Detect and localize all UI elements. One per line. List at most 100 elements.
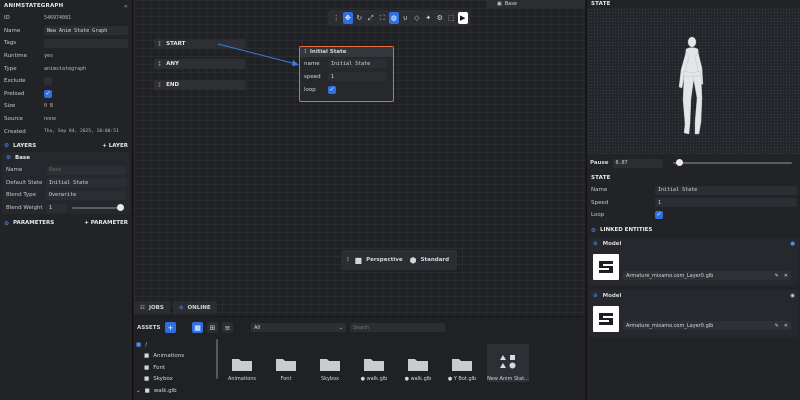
asset-tile[interactable]: Skybox	[311, 344, 349, 382]
edit-icon[interactable]: ✎	[775, 323, 779, 329]
toggle-icon[interactable]: ◉	[790, 293, 795, 299]
asset-filter-select[interactable]: All ⌄	[251, 323, 346, 332]
tree-item[interactable]: ■ Animations	[134, 351, 214, 363]
blend-weight-slider[interactable]	[72, 204, 124, 212]
prop-label: Size	[4, 103, 16, 110]
preload-checkbox[interactable]: ✓	[44, 89, 52, 98]
state-loop-checkbox[interactable]: ✓	[655, 211, 663, 220]
linked-entities-header: ⊙ LINKED ENTITIES	[587, 224, 800, 236]
asset-tile[interactable]: ● Y Bot.glb	[443, 344, 481, 382]
add-parameter-button[interactable]: + PARAMETER	[84, 220, 128, 226]
toggle-icon[interactable]: ●	[790, 241, 795, 247]
asset-tile[interactable]: Animations	[223, 344, 261, 382]
render-mode-select[interactable]: Standard	[421, 257, 450, 263]
default-state-select[interactable]: Initial State	[46, 178, 126, 188]
time-input[interactable]: 0.07	[612, 158, 663, 168]
asset-label: ● walk.glb	[404, 376, 432, 382]
prop-label: Preload	[4, 90, 25, 97]
tree-label: Skybox	[153, 376, 173, 383]
folder-icon	[452, 359, 472, 371]
tree-item[interactable]: ⌄ ■ walk.glb	[134, 385, 214, 397]
prop-type: Type animstategraph	[0, 62, 132, 75]
model-preview-viewport[interactable]	[587, 8, 800, 154]
state-node-speed-input[interactable]: 1	[328, 72, 386, 81]
asset-search-input[interactable]	[350, 323, 445, 332]
state-node-speed-label: speed	[304, 73, 321, 80]
collapse-icon[interactable]: «	[124, 3, 128, 10]
drag-handle-icon[interactable]: ⋮	[345, 257, 351, 263]
model-card-title: Model	[602, 240, 622, 247]
tree-item[interactable]: ■ Skybox	[134, 374, 214, 386]
prop-label: Runtime	[4, 53, 27, 60]
model-asset-field[interactable]: Armature_mixamo.com_Layer0.glb ✎ ✕	[623, 271, 791, 280]
row-label: Blend Type	[6, 192, 37, 199]
inspector-title: ANIMSTATEGRAPH	[4, 3, 64, 9]
model-asset-field[interactable]: Armature_mixamo.com_Layer0.glb ✎ ✕	[623, 321, 791, 330]
add-layer-button[interactable]: + LAYER	[102, 143, 128, 149]
remove-icon[interactable]: ✕	[784, 273, 788, 279]
inspector-panel: ANIMSTATEGRAPH « ID 546974081 Name New A…	[0, 0, 133, 400]
layer-name-input[interactable]: Base	[46, 165, 126, 175]
playback-row: Pause 0.07	[587, 157, 800, 169]
state-node-title: Initial State	[309, 49, 347, 55]
prop-label: Name	[4, 27, 21, 34]
assets-toolbar: ASSETS + ▦ ⊞ ≡ All ⌄	[134, 317, 585, 338]
node-initial-state[interactable]: ⁑ Initial State name Initial State speed…	[299, 46, 394, 102]
chevron-down-icon: ⌄	[338, 324, 343, 331]
model-icon: ⊙	[593, 292, 598, 299]
layer-name: Base	[15, 154, 30, 161]
row-label: Name	[591, 187, 608, 194]
folder-icon	[364, 359, 384, 371]
pause-button[interactable]: Pause	[590, 160, 609, 166]
camera-select[interactable]: Perspective	[366, 257, 403, 263]
tree-item[interactable]: ■ Font	[134, 362, 214, 374]
inspector-header: ANIMSTATEGRAPH «	[0, 0, 132, 12]
blend-type-select[interactable]: Overwrite	[46, 190, 126, 200]
edit-icon[interactable]: ✎	[775, 273, 779, 279]
list-view-icon[interactable]: ≡	[222, 322, 233, 333]
model-file-icon	[599, 313, 613, 325]
tab-online[interactable]: ⊙ ONLINE	[172, 301, 217, 314]
state-name-input[interactable]: Initial State	[655, 185, 797, 195]
assets-title: ASSETS	[137, 324, 161, 331]
start-transition-arrow[interactable]	[217, 43, 297, 65]
state-node-name-input[interactable]: Initial State	[328, 59, 386, 68]
tab-jobs[interactable]: ☷ JOBS	[134, 301, 170, 314]
layer-header[interactable]: ⊙ Base	[2, 152, 130, 164]
prop-label: Exclude	[4, 78, 26, 85]
exclude-checkbox[interactable]	[44, 77, 52, 86]
asset-tile[interactable]: Font	[267, 344, 305, 382]
model-card-header[interactable]: ⊙ Model ◉	[589, 290, 799, 301]
blend-weight-input[interactable]: 1	[46, 203, 66, 213]
add-asset-button[interactable]: +	[165, 322, 176, 333]
asset-tile[interactable]: ● walk.glb	[399, 344, 437, 382]
grid-large-view-icon[interactable]: ▦	[192, 322, 203, 333]
asset-tile[interactable]: ● walk.glb	[355, 344, 393, 382]
asset-tile-selected[interactable]: New Anim Stat...	[487, 344, 529, 382]
tags-input[interactable]	[44, 38, 128, 48]
prop-created: Created Thu, Sep 04, 2025, 10:00:51	[0, 125, 132, 138]
grid-small-view-icon[interactable]: ⊞	[207, 322, 218, 333]
blend-type-row: Blend Type Overwrite	[2, 189, 130, 202]
linked-entities-icon: ⊙	[591, 226, 597, 234]
name-input[interactable]: New Anim State Graph	[44, 26, 128, 36]
model-card-header[interactable]: ⊙ Model ●	[589, 238, 799, 249]
model-icon: ⊙	[593, 240, 598, 247]
tree-scrollbar[interactable]	[216, 339, 218, 379]
state-node-header[interactable]: ⁑ Initial State	[300, 47, 393, 57]
layers-title: LAYERS	[13, 142, 37, 149]
state-node-speed-row: speed 1	[300, 70, 393, 83]
state-speed-input[interactable]: 1	[655, 198, 797, 208]
blend-weight-knob[interactable]	[117, 204, 124, 212]
time-slider-knob[interactable]	[676, 159, 684, 166]
tree-root[interactable]: ■ /	[134, 339, 214, 351]
remove-icon[interactable]: ✕	[784, 323, 788, 329]
state-node-loop-checkbox[interactable]: ✓	[328, 85, 336, 94]
folder-icon	[408, 359, 428, 371]
prop-source: Source none	[0, 113, 132, 126]
time-slider[interactable]	[672, 159, 792, 166]
prop-tags: Tags	[0, 37, 132, 50]
folder-open-icon: ■	[136, 341, 142, 348]
state-loop-row: Loop ✓	[587, 209, 800, 222]
graph-canvas[interactable]: ▣ Base ⋮ ✥ ↻ ⤢ ⛶ ◍ ∪ ◇ ✦ ⚙ ⬚ ▶ ⁑ START ⁑…	[134, 0, 585, 316]
